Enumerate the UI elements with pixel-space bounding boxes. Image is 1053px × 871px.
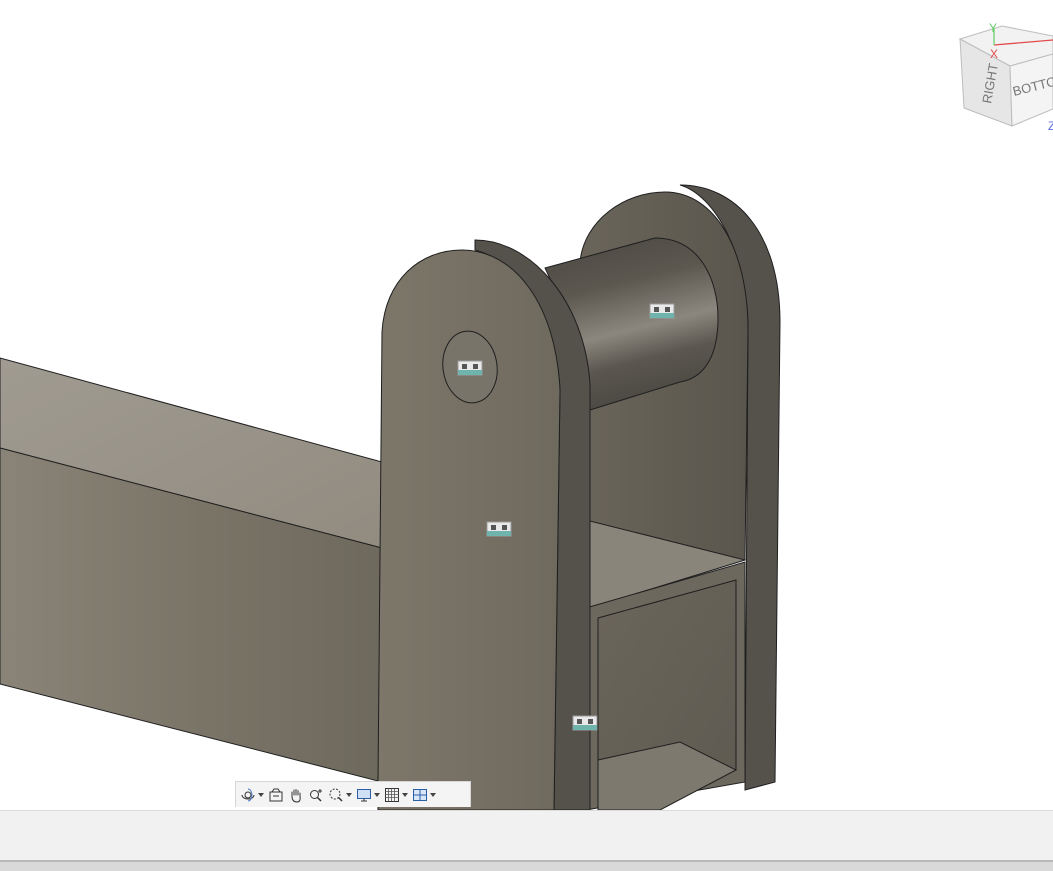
viewports-icon <box>413 788 427 801</box>
chevron-down-icon <box>258 792 264 797</box>
rigid-joint-icon[interactable] <box>486 521 512 537</box>
rigid-joint-icon[interactable] <box>649 303 675 319</box>
monitor-icon <box>357 788 371 801</box>
fit-button[interactable] <box>326 784 354 806</box>
timeline-bar[interactable] <box>0 810 1053 861</box>
chevron-down-icon <box>374 792 380 797</box>
viewcube-x-label: X <box>990 47 998 61</box>
hand-pan-icon <box>291 788 301 803</box>
zoom-window-icon <box>329 788 343 802</box>
viewcube[interactable]: RIGHT BOTTOM Y X Z <box>950 14 1053 134</box>
orbit-icon <box>241 788 255 801</box>
grid-icon <box>385 787 399 802</box>
pan-button[interactable] <box>286 784 306 806</box>
viewports-button[interactable] <box>410 784 438 806</box>
navigation-toolbar <box>235 781 471 807</box>
rigid-joint-icon[interactable] <box>572 715 598 731</box>
chevron-down-icon <box>430 792 436 797</box>
model-canvas[interactable] <box>0 0 1053 810</box>
viewcube-y-label: Y <box>989 21 997 35</box>
3d-viewport[interactable]: RIGHT BOTTOM Y X Z <box>0 0 1053 810</box>
look-at-icon <box>269 788 283 801</box>
display-settings-button[interactable] <box>354 784 382 806</box>
look-at-button[interactable] <box>266 784 286 806</box>
zoom-button[interactable] <box>306 784 326 806</box>
window-bottom-border <box>0 860 1053 871</box>
chevron-down-icon <box>402 792 408 797</box>
zoom-icon <box>310 788 322 802</box>
chevron-down-icon <box>346 792 352 797</box>
rigid-joint-icon[interactable] <box>457 360 483 376</box>
grid-snaps-button[interactable] <box>382 784 410 806</box>
orbit-button[interactable] <box>238 784 266 806</box>
viewcube-z-label: Z <box>1048 119 1053 133</box>
